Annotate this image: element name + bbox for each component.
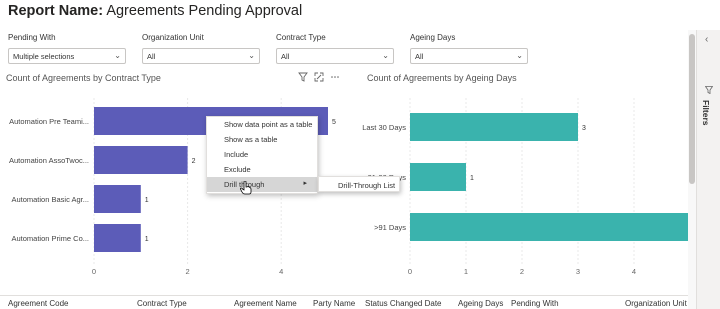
- x-tick-label: 0: [92, 267, 96, 276]
- slicer-pending-with: Pending With Multiple selections ⌄: [8, 33, 126, 64]
- chevron-down-icon: ⌄: [114, 51, 121, 60]
- x-tick-label: 2: [186, 267, 190, 276]
- ageing-days-dropdown[interactable]: All ⌄: [410, 48, 528, 64]
- column-header-agreement-name[interactable]: Agreement Name: [234, 299, 297, 308]
- dropdown-value: All: [147, 52, 156, 61]
- dropdown-value: All: [415, 52, 424, 61]
- filters-pane[interactable]: ‹ Filters: [696, 30, 720, 309]
- chart-title-contract-type: Count of Agreements by Contract Type: [6, 73, 161, 83]
- chart-title-ageing-days: Count of Agreements by Ageing Days: [367, 73, 517, 83]
- bar-3[interactable]: [94, 224, 141, 252]
- menu-item-show-as-table[interactable]: Show as a table: [207, 132, 317, 147]
- filters-pane-label: Filters: [701, 100, 711, 126]
- y-category-label: Automation Pre Teami...: [9, 117, 89, 126]
- data-label: 3: [582, 125, 586, 132]
- column-header-agreement-code[interactable]: Agreement Code: [8, 299, 68, 308]
- chevron-down-icon: ⌄: [516, 51, 523, 60]
- report-scrollbar[interactable]: [688, 30, 696, 309]
- column-header-contract-type[interactable]: Contract Type: [137, 299, 187, 308]
- report-title: Report Name: Agreements Pending Approval: [8, 3, 302, 19]
- chevron-left-icon[interactable]: ‹: [705, 34, 708, 45]
- x-tick-label: 0: [408, 267, 412, 276]
- data-label: 2: [192, 158, 196, 165]
- column-header-ageing-days[interactable]: Ageing Days: [458, 299, 503, 308]
- table-header: Agreement Code Contract Type Agreement N…: [0, 295, 688, 309]
- submenu-item-drill-through-list[interactable]: Drill-Through List: [318, 176, 400, 192]
- x-tick-label: 4: [279, 267, 283, 276]
- y-category-label: Automation AssoTwoc...: [9, 156, 89, 165]
- focus-mode-icon[interactable]: [314, 72, 324, 84]
- chevron-down-icon: ⌄: [248, 51, 255, 60]
- dropdown-value: All: [281, 52, 290, 61]
- y-category-label: Automation Basic Agr...: [11, 195, 89, 204]
- bar-2[interactable]: [94, 185, 141, 213]
- y-category-label: >91 Days: [374, 223, 406, 232]
- data-label: 1: [145, 236, 149, 243]
- column-header-organization-unit[interactable]: Organization Unit: [625, 299, 687, 308]
- x-tick-label: 1: [464, 267, 468, 276]
- more-options-icon[interactable]: [330, 72, 340, 84]
- caret-right-icon: ▸: [303, 180, 307, 187]
- data-label: 5: [332, 119, 336, 126]
- menu-item-include[interactable]: Include: [207, 147, 317, 162]
- hand-cursor-icon: [240, 180, 252, 200]
- bar-1[interactable]: [410, 163, 466, 191]
- contract-type-dropdown[interactable]: All ⌄: [276, 48, 394, 64]
- x-tick-label: 2: [520, 267, 524, 276]
- bar-2[interactable]: [410, 213, 688, 241]
- scrollbar-thumb[interactable]: [689, 34, 695, 184]
- menu-item-exclude[interactable]: Exclude: [207, 162, 317, 177]
- slicer-label: Ageing Days: [410, 33, 456, 42]
- slicer-organization-unit: Organization Unit All ⌄: [142, 33, 260, 64]
- column-header-party-name[interactable]: Party Name: [313, 299, 355, 308]
- y-category-label: Last 30 Days: [362, 123, 406, 132]
- menu-item-drill-through[interactable]: Drill through ▸: [207, 177, 317, 192]
- dropdown-value: Multiple selections: [13, 52, 75, 61]
- slicer-label: Pending With: [8, 33, 56, 42]
- pending-with-dropdown[interactable]: Multiple selections ⌄: [8, 48, 126, 64]
- filter-icon[interactable]: [298, 72, 308, 84]
- menu-item-show-data-point-as-table[interactable]: Show data point as a table: [207, 117, 317, 132]
- column-header-pending-with[interactable]: Pending With: [511, 299, 559, 308]
- x-tick-label: 4: [632, 267, 636, 276]
- column-header-status-changed-date[interactable]: Status Changed Date: [365, 299, 442, 308]
- context-menu: Show data point as a table Show as a tab…: [206, 116, 318, 194]
- slicer-row: Pending With Multiple selections ⌄ Organ…: [8, 33, 544, 64]
- organization-unit-dropdown[interactable]: All ⌄: [142, 48, 260, 64]
- funnel-icon: [704, 86, 714, 96]
- x-tick-label: 3: [576, 267, 580, 276]
- report-name-label: Report Name:: [8, 3, 104, 19]
- bar-0[interactable]: [410, 113, 578, 141]
- slicer-contract-type: Contract Type All ⌄: [276, 33, 394, 64]
- slicer-label: Organization Unit: [142, 33, 204, 42]
- visual-header-icons: [298, 72, 340, 84]
- ageing-days-bar-chart[interactable]: 012345Last 30 Days331-90 Days1>91 Days5: [362, 90, 688, 290]
- slicer-label: Contract Type: [276, 33, 326, 42]
- slicer-ageing-days: Ageing Days All ⌄: [410, 33, 528, 64]
- chevron-down-icon: ⌄: [382, 51, 389, 60]
- y-category-label: Automation Prime Co...: [11, 234, 89, 243]
- data-label: 1: [145, 197, 149, 204]
- bar-1[interactable]: [94, 146, 188, 174]
- data-label: 1: [470, 175, 474, 182]
- report-name-value: Agreements Pending Approval: [106, 3, 303, 19]
